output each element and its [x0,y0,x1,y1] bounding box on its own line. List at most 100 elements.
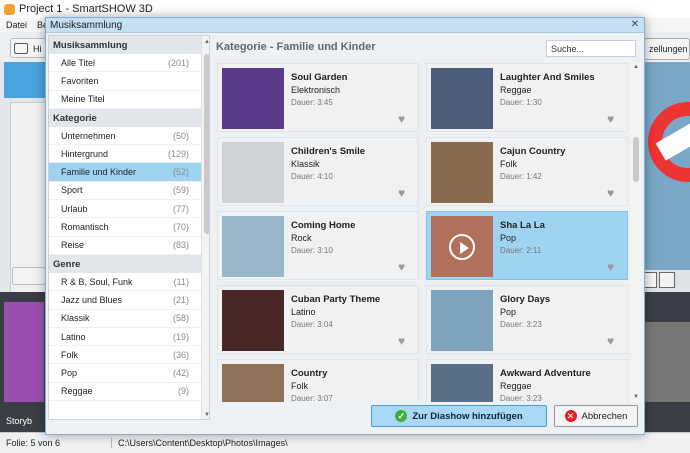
sidebar-item[interactable]: R & B, Soul, Funk (11) [49,273,201,292]
track-card[interactable]: Cajun Country Folk Dauer: 1:42 ♥ [426,137,628,206]
track-scrollbar[interactable]: ▲ ▼ [631,62,641,402]
sidebar-item[interactable]: Familie und Kinder (52) [49,163,201,182]
track-genre: Rock [291,233,312,243]
heart-icon[interactable]: ♥ [398,187,410,199]
track-title: Cajun Country [500,146,566,157]
track-thumbnail[interactable] [222,216,284,277]
track-card[interactable]: Cuban Party Theme Latino Dauer: 3:04 ♥ [217,285,419,354]
track-thumbnail[interactable] [431,290,493,351]
sidebar-item[interactable]: Sport (59) [49,182,201,201]
sidebar-item[interactable]: Klassik (58) [49,310,201,328]
track-thumbnail[interactable] [222,364,284,402]
close-icon[interactable]: ✕ [629,19,641,31]
track-card[interactable]: Children's Smile Klassik Dauer: 4:10 ♥ [217,137,419,206]
sidebar-item-label: Reise [61,240,85,251]
scroll-up-icon[interactable]: ▲ [632,64,640,70]
sidebar-item-count: (19) [172,331,189,342]
track-thumbnail[interactable] [431,216,493,277]
sidebar-item-count: (58) [172,313,189,324]
preview-controls [640,270,690,290]
track-thumbnail[interactable] [431,142,493,203]
track-genre: Folk [291,381,309,391]
track-card[interactable]: CountryFolkDauer: 3:07♥ [217,359,419,402]
sidebar-item-label: Klassik [61,313,90,324]
scroll-down-icon[interactable]: ▼ [203,411,209,419]
sidebar-section-title: Kategorie [49,108,209,127]
sidebar-item[interactable]: Latino (19) [49,328,201,347]
track-title: Sha La La [500,220,545,231]
track-title: Awkward Adventure [500,368,591,379]
sidebar-item[interactable]: Pop (42) [49,364,201,383]
sidebar-item[interactable]: Alle Titel (201) [49,54,201,73]
sidebar-item[interactable]: Folk (36) [49,346,201,365]
track-card[interactable]: Awkward AdventureReggaeDauer: 3:23♥ [426,359,628,402]
category-heading: Kategorie - Familie und Kinder [216,41,376,53]
heart-icon[interactable]: ♥ [398,113,410,125]
sidebar-item[interactable]: Romantisch (70) [49,218,201,237]
heart-icon[interactable]: ♥ [607,187,619,199]
app-logo-icon [4,3,15,15]
sidebar-section-title: Genre [49,254,209,273]
track-thumbnail[interactable] [222,290,284,351]
track-thumbnail[interactable] [431,68,493,129]
scroll-down-icon[interactable]: ▼ [632,394,640,400]
sidebar-item-label: Unternehmen [61,130,116,141]
sidebar-item[interactable]: Meine Titel [49,91,201,109]
fullscreen-icon[interactable] [659,272,675,288]
sidebar-scrollbar[interactable]: ▲ ▼ [201,36,209,419]
track-thumbnail[interactable] [431,364,493,402]
toolbar-hi-button[interactable]: Hi [10,38,50,58]
track-genre: Folk [500,159,518,169]
heart-icon[interactable]: ♥ [607,335,619,347]
cancel-button[interactable]: ✕ Abbrechen [554,405,638,427]
track-duration: Dauer: 2:11 [500,246,542,255]
sidebar-item[interactable]: Reggae (9) [49,383,201,402]
scrollbar-thumb[interactable] [633,137,639,182]
music-collection-dialog: Musiksammlung ✕ Musiksammlung Alle Titel (… [45,17,645,435]
heart-icon[interactable]: ♥ [607,261,619,273]
sidebar-item-count: (11) [173,276,189,287]
sidebar-item-label: Reggae [61,386,93,397]
storyboard-tab[interactable]: Storyb [6,416,32,426]
track-duration: Dauer: 3:23 [500,394,542,402]
slide-thumbnail[interactable] [640,322,690,402]
track-card[interactable]: Soul Garden Elektronisch Dauer: 3:45 ♥ [217,63,419,132]
left-panel [0,62,48,322]
track-duration: Dauer: 3:04 [291,320,333,329]
toolbar-settings-button[interactable]: zellungen [644,38,690,60]
add-to-slideshow-button[interactable]: ✓ Zur Diashow hinzufügen [371,405,547,427]
sidebar-section-title: Musiksammlung [49,36,209,54]
track-card[interactable]: Glory Days Pop Dauer: 3:23 ♥ [426,285,628,354]
sidebar-item[interactable]: Reise (83) [49,237,201,255]
search-input[interactable]: Suche... [546,40,636,57]
sidebar-item-count: (50) [172,130,189,141]
track-duration: Dauer: 3:07 [291,394,333,402]
track-genre: Latino [291,307,316,317]
toolbar-hi-label: Hi [33,44,42,54]
left-panel-button[interactable] [12,267,46,285]
sidebar-item[interactable]: Favoriten [49,72,201,91]
heart-icon[interactable]: ♥ [607,113,619,125]
track-card[interactable]: Laughter And Smiles Reggae Dauer: 1:30 ♥ [426,63,628,132]
sidebar-item-count: (9) [178,386,189,397]
slide-thumbnail[interactable] [4,302,44,402]
sidebar-item[interactable]: Hintergrund (129) [49,145,201,164]
track-thumbnail[interactable] [222,142,284,203]
toolbar-settings-label: zellungen [649,44,688,54]
scrollbar-thumb[interactable] [204,54,209,234]
menu-item-datei[interactable]: Datei [6,20,27,30]
status-path: C:\Users\Content\Desktop\Photos\Images\ [118,438,288,448]
heart-icon[interactable]: ♥ [398,335,410,347]
heart-icon[interactable]: ♥ [398,261,410,273]
sidebar-item-label: Familie und Kinder [61,167,137,178]
track-card[interactable]: Sha La La Pop Dauer: 2:11 ♥ [426,211,628,280]
track-thumbnail[interactable] [222,68,284,129]
play-icon[interactable] [449,234,475,260]
sidebar-item-count: (52) [172,167,189,178]
track-card[interactable]: Coming Home Rock Dauer: 3:10 ♥ [217,211,419,280]
scroll-up-icon[interactable]: ▲ [203,38,209,46]
sidebar-item[interactable]: Jazz und Blues (21) [49,291,201,310]
sidebar-item[interactable]: Urlaub (77) [49,200,201,219]
track-duration: Dauer: 3:23 [500,320,542,329]
sidebar-item[interactable]: Unternehmen (50) [49,127,201,146]
